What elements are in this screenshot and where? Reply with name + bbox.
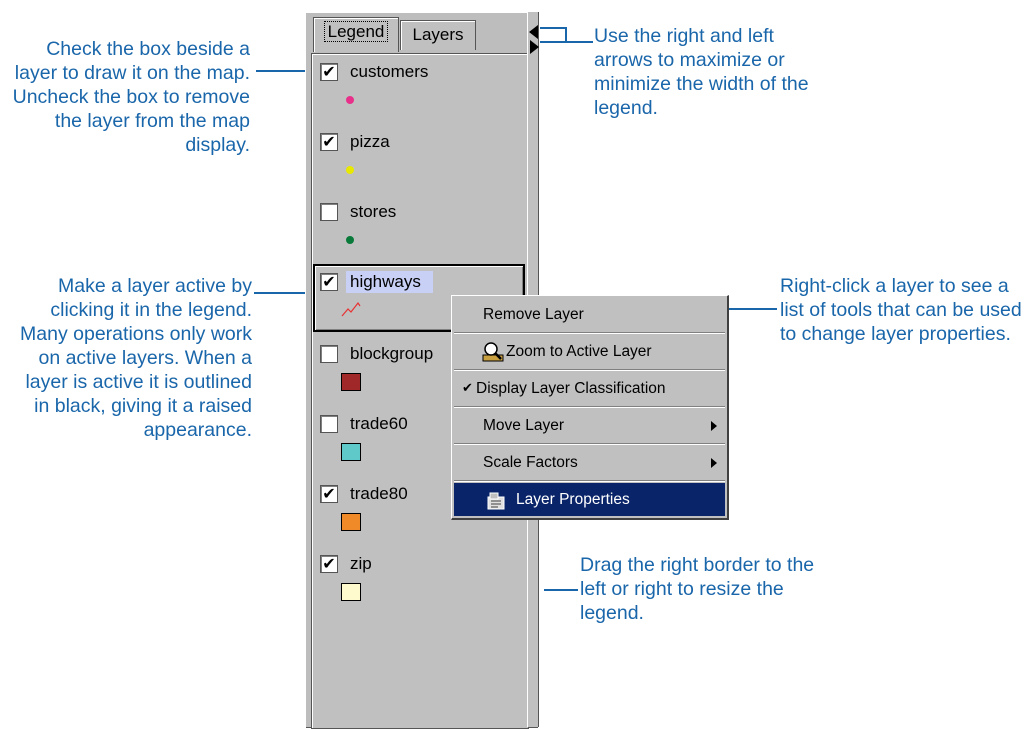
menu-separator <box>454 406 725 408</box>
minimize-arrow-icon[interactable] <box>529 25 538 39</box>
polygon-symbol-swatch <box>341 583 361 601</box>
tab-legend[interactable]: Legend <box>313 17 399 52</box>
layer-row-zip[interactable]: ✔ zip <box>320 553 520 579</box>
tab-legend-label: Legend <box>323 21 389 42</box>
layer-row-pizza[interactable]: ✔ pizza <box>320 131 520 157</box>
menu-item-label: Zoom to Active Layer <box>506 343 652 360</box>
layer-context-menu: Remove Layer Zoom to Active Layer ✔ Disp… <box>451 295 729 520</box>
layer-visibility-checkbox[interactable]: ✔ <box>320 273 338 291</box>
callout-arrows: Use the right and left arrows to maximiz… <box>594 25 809 119</box>
callout-active-layer: Make a layer active by clicking it in th… <box>20 275 252 441</box>
callout-right-click: Right-click a layer to see a list of too… <box>780 275 1022 345</box>
point-symbol-icon <box>346 96 354 104</box>
leader-line-right-click <box>727 308 777 310</box>
menu-item-label: Layer Properties <box>516 491 630 508</box>
tab-layers[interactable]: Layers <box>400 20 476 50</box>
menu-item-scale-factors[interactable]: Scale Factors <box>454 446 725 480</box>
layer-name[interactable]: customers <box>350 61 428 83</box>
tab-layers-label: Layers <box>412 25 464 44</box>
layer-name[interactable]: stores <box>350 201 396 223</box>
line-symbol-icon <box>341 301 361 317</box>
leader-bracket-arrows-top <box>540 27 567 29</box>
leader-line-drag <box>544 589 578 591</box>
layer-visibility-checkbox[interactable] <box>320 203 338 221</box>
layer-name[interactable]: trade80 <box>350 483 408 505</box>
menu-separator <box>454 332 725 334</box>
polygon-symbol-swatch <box>341 373 361 391</box>
callout-drag-border: Drag the right border to the left or rig… <box>580 554 815 624</box>
menu-item-label: Scale Factors <box>483 454 578 471</box>
menu-item-label: Move Layer <box>483 417 564 434</box>
layer-visibility-checkbox[interactable]: ✔ <box>320 555 338 573</box>
polygon-symbol-swatch <box>341 443 361 461</box>
submenu-arrow-icon <box>711 458 717 468</box>
layer-name[interactable]: pizza <box>350 131 390 153</box>
layer-name[interactable]: blockgroup <box>350 343 433 365</box>
submenu-arrow-icon <box>711 421 717 431</box>
layer-row-stores[interactable]: stores <box>320 201 520 227</box>
layer-visibility-checkbox[interactable] <box>320 345 338 363</box>
menu-separator <box>454 369 725 371</box>
layer-visibility-checkbox[interactable]: ✔ <box>320 485 338 503</box>
menu-item-move-layer[interactable]: Move Layer <box>454 409 725 443</box>
layer-name[interactable]: highways <box>346 271 433 293</box>
maximize-arrow-icon[interactable] <box>530 40 539 54</box>
layer-visibility-checkbox[interactable]: ✔ <box>320 133 338 151</box>
menu-separator <box>454 443 725 445</box>
layer-visibility-checkbox[interactable] <box>320 415 338 433</box>
properties-icon <box>486 490 506 524</box>
layer-name[interactable]: trade60 <box>350 413 408 435</box>
menu-item-label: Remove Layer <box>483 306 584 323</box>
menu-item-label: Display Layer Classification <box>476 380 666 397</box>
checkmark-icon: ✔ <box>462 381 473 396</box>
layer-row-highways[interactable]: ✔ highways <box>320 271 520 297</box>
layer-row-customers[interactable]: ✔ customers <box>320 61 520 87</box>
leader-line-arrows <box>565 41 593 43</box>
menu-item-remove-layer[interactable]: Remove Layer <box>454 298 725 332</box>
polygon-symbol-swatch <box>341 513 361 531</box>
point-symbol-icon <box>346 236 354 244</box>
callout-checkbox: Check the box beside a layer to draw it … <box>12 38 250 156</box>
layer-name[interactable]: zip <box>350 553 372 575</box>
layer-visibility-checkbox[interactable]: ✔ <box>320 63 338 81</box>
menu-item-layer-properties[interactable]: Layer Properties <box>454 483 725 516</box>
menu-separator <box>454 480 725 482</box>
menu-item-display-layer-classification[interactable]: ✔ Display Layer Classification <box>454 372 725 406</box>
point-symbol-icon <box>346 166 354 174</box>
leader-bracket-arrows-bottom <box>540 41 567 43</box>
menu-item-zoom-to-active-layer[interactable]: Zoom to Active Layer <box>454 335 725 369</box>
